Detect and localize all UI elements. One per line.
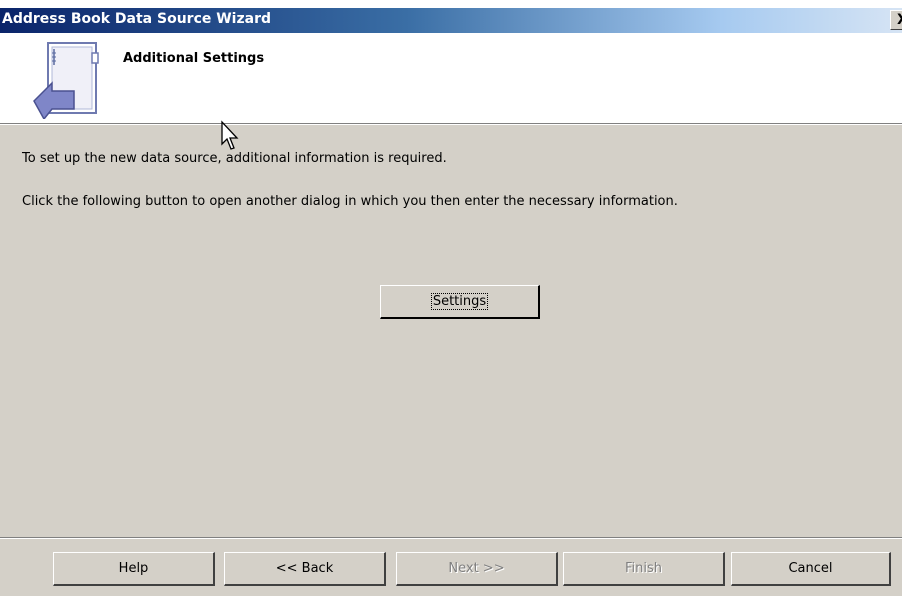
settings-button[interactable]: Settings xyxy=(380,285,540,319)
next-button[interactable]: Next >> xyxy=(396,552,558,586)
bottom-divider-highlight xyxy=(0,538,902,539)
back-button[interactable]: << Back xyxy=(224,552,386,586)
close-button[interactable]: X xyxy=(890,10,902,30)
cancel-button[interactable]: Cancel xyxy=(731,552,891,586)
address-book-wizard-icon xyxy=(32,39,102,123)
mouse-pointer-icon xyxy=(220,120,244,158)
help-button[interactable]: Help xyxy=(53,552,215,586)
wizard-header: Additional Settings xyxy=(0,33,902,124)
info-text-instructions: Click the following button to open anoth… xyxy=(22,194,678,209)
wizard-content: To set up the new data source, additiona… xyxy=(0,125,902,515)
window-top-edge xyxy=(0,0,902,8)
settings-button-label: Settings xyxy=(430,292,489,310)
finish-button[interactable]: Finish xyxy=(563,552,725,586)
page-title: Additional Settings xyxy=(123,51,265,66)
window-title: Address Book Data Source Wizard xyxy=(2,11,271,27)
title-bar[interactable]: Address Book Data Source Wizard X xyxy=(0,8,902,33)
